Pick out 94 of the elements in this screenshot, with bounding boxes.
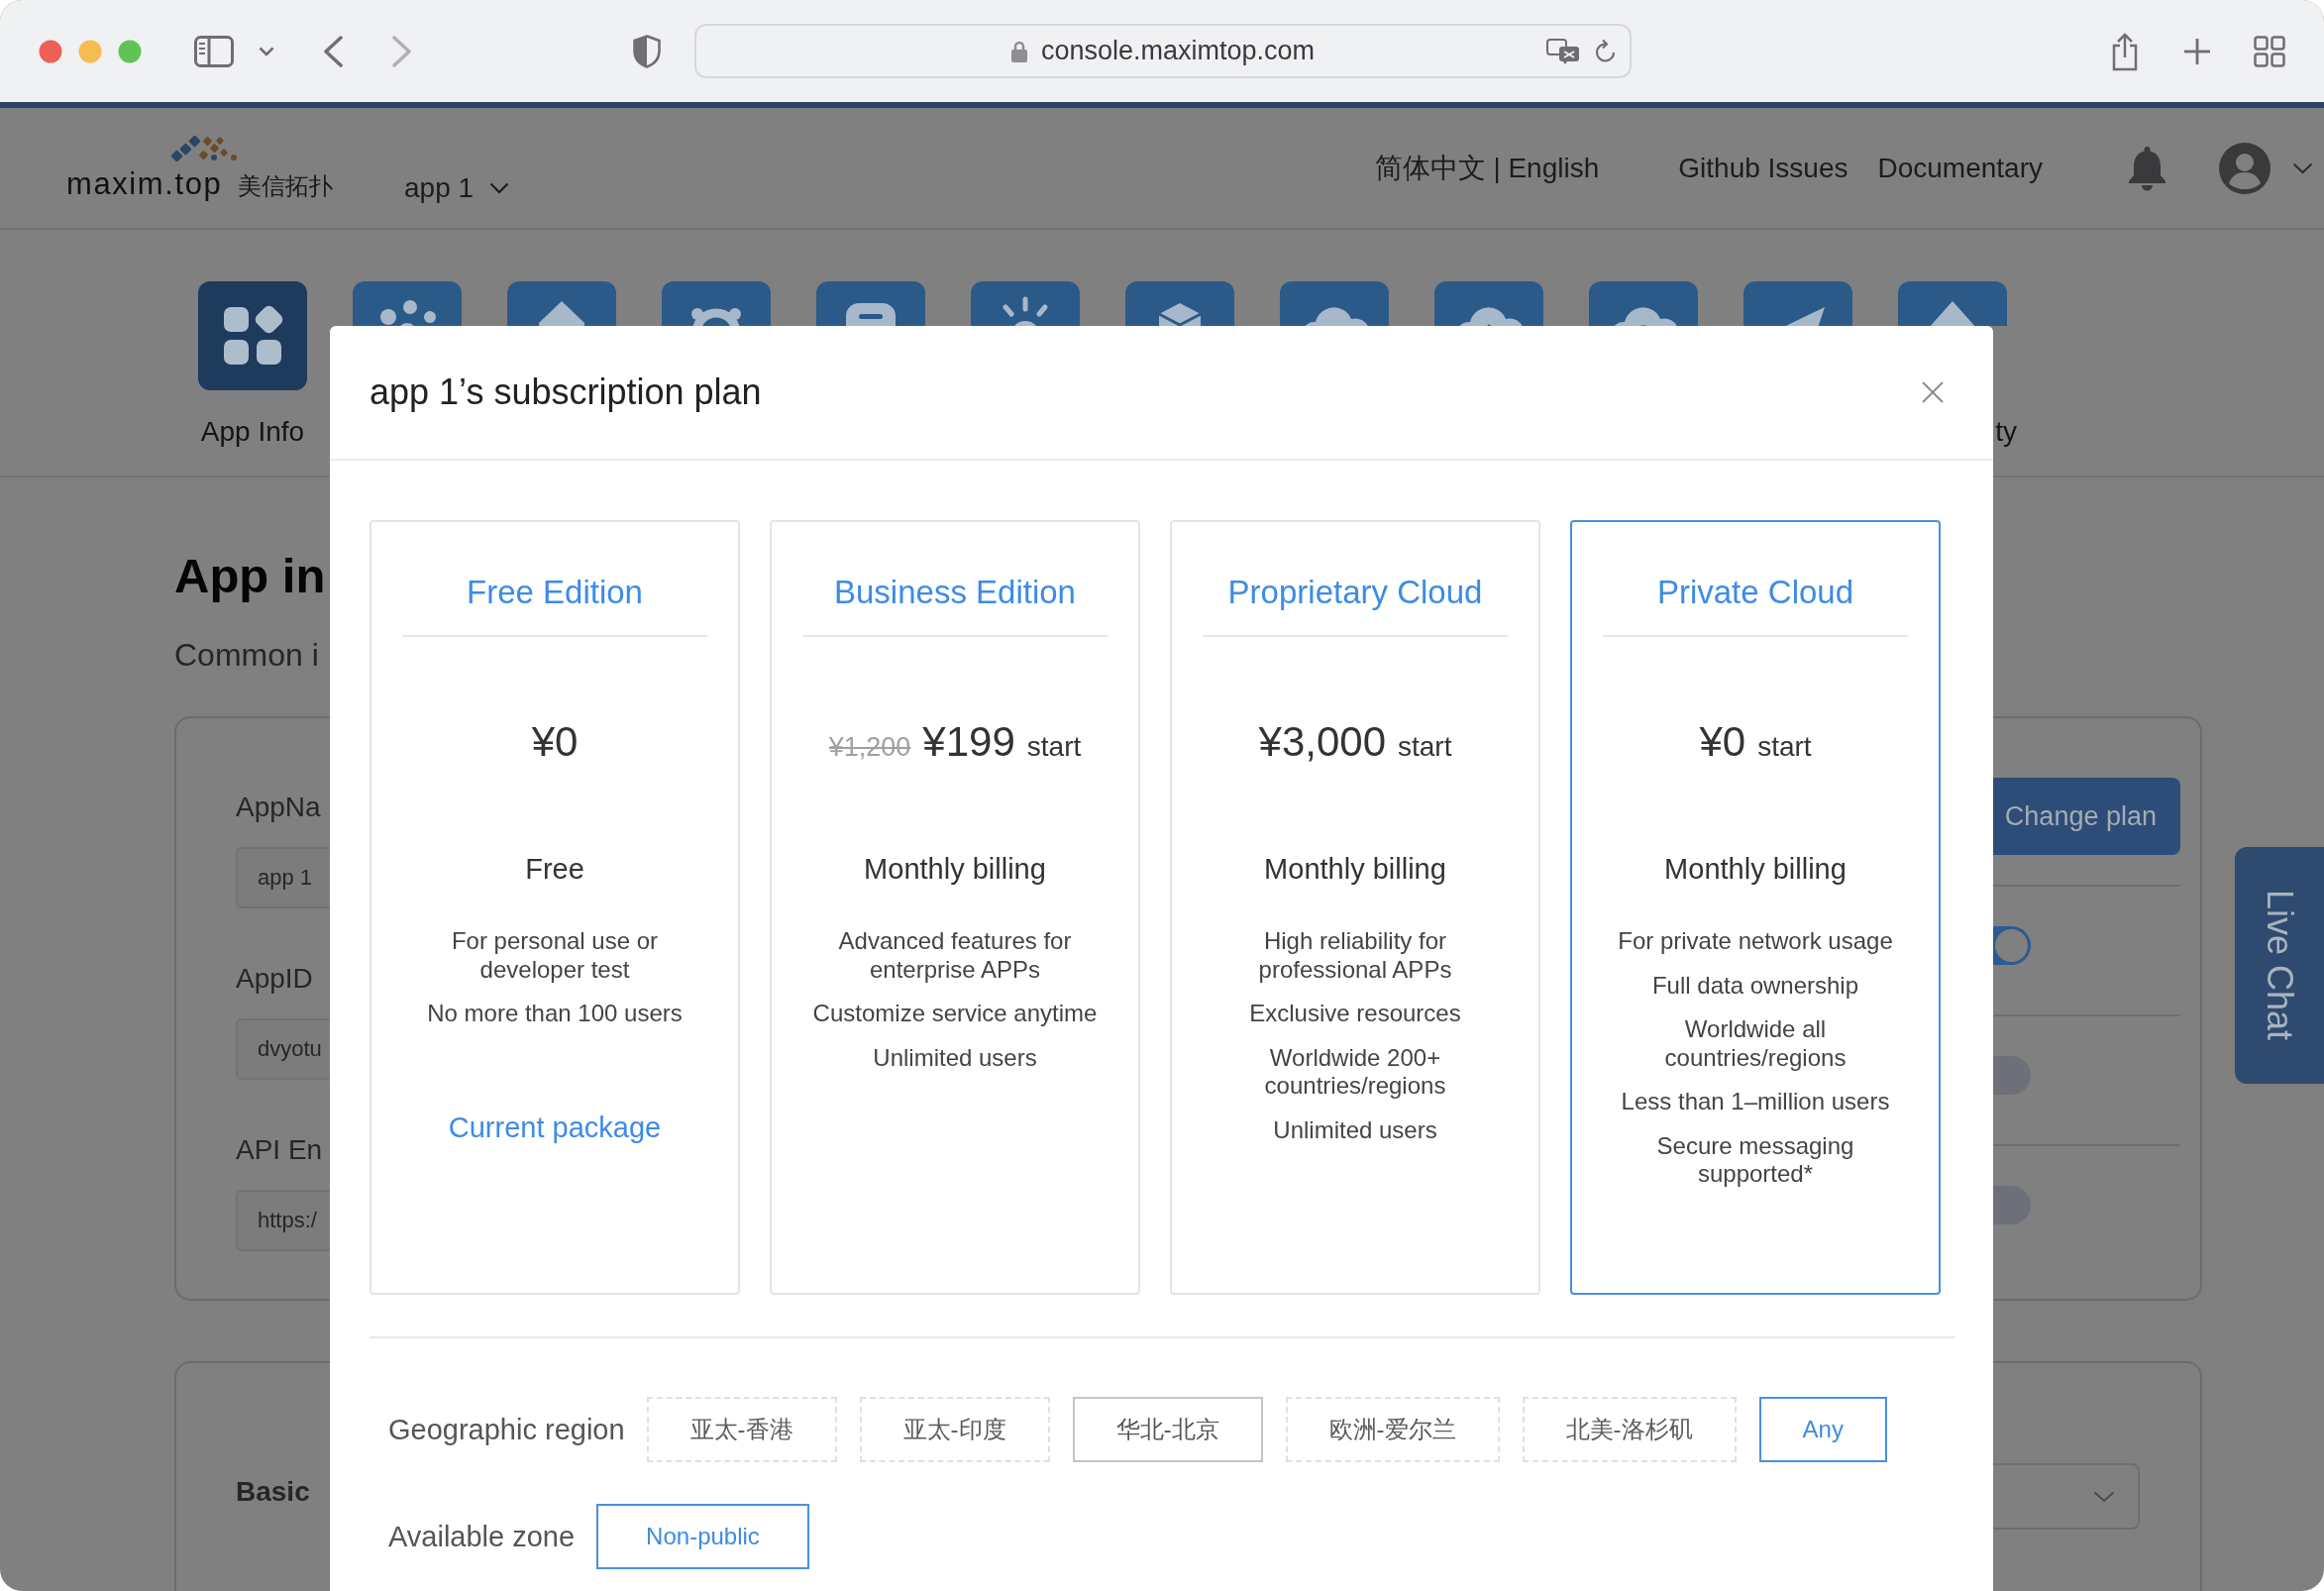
sidebar-icon[interactable] [194, 35, 234, 67]
price: ¥3,000 [1258, 719, 1386, 765]
chevron-down-icon[interactable] [259, 46, 274, 56]
logo-icon [170, 134, 238, 162]
feature-text: Customize service anytime [812, 1000, 1098, 1028]
field-label: AppNa [236, 791, 321, 824]
price: ¥199 [922, 719, 1015, 765]
chevron-down-icon [2093, 1490, 2115, 1503]
input-field[interactable]: dvyotu [236, 1018, 330, 1080]
address-bar[interactable]: console.maximtop.com [694, 24, 1632, 78]
feature-text: Exclusive resources [1249, 1000, 1461, 1028]
plan-card[interactable]: Free Edition ¥0 Free For personal use or developer test No more than 100 users Current package [370, 520, 740, 1295]
feature-text: Secure messaging supported* [1655, 1131, 1855, 1189]
feature-text: Worldwide 200+ countries/regions [1263, 1043, 1447, 1101]
billing-type: Monthly billing [1264, 852, 1446, 887]
logo-wordmark: maxim.top [66, 165, 223, 202]
feature-text: Unlimited users [873, 1043, 1037, 1072]
cloud-icon[interactable] [1280, 281, 1389, 326]
header-link[interactable]: Documentary [1877, 152, 2043, 184]
cube-icon[interactable] [1125, 281, 1234, 326]
app-selector[interactable]: app 1 [404, 171, 510, 204]
feature-text: No more than 100 users [427, 1000, 683, 1028]
page-title: App in [174, 548, 326, 604]
feature-text: For personal use or developer test [450, 927, 660, 984]
chevron-down-icon[interactable] [2292, 161, 2313, 174]
paper-plane-icon[interactable] [1743, 281, 1852, 326]
field-label: API En [236, 1133, 323, 1167]
toggle-switch[interactable] [1993, 926, 2031, 965]
field-label: Available zone [388, 1520, 576, 1553]
ring-icon[interactable] [662, 281, 771, 326]
input-field[interactable]: app 1 [236, 847, 330, 908]
new-tab-plus-icon[interactable] [2183, 37, 2211, 65]
module-label[interactable]: App Info [200, 418, 305, 446]
sun-icon[interactable] [971, 281, 1080, 326]
header-link[interactable]: Github Issues [1678, 152, 1849, 184]
toggle-switch[interactable] [1993, 1056, 2031, 1095]
price: ¥0 [1699, 719, 1746, 765]
house-icon[interactable] [507, 281, 616, 326]
plan-card[interactable]: Proprietary Cloud ¥3,000 start Monthly billing High reliability for professional APPs Exclusive resources Worldwide 200+ countries/regions Unlimited users [1170, 520, 1540, 1295]
plan-card[interactable]: Private Cloud ¥0 start Monthly billing For private network usage Full data ownership Worldwide all countries/regions Less than 1–million users Secure messaging supported* [1570, 520, 1941, 1295]
plan-title: Business Edition [834, 573, 1076, 612]
zone-option[interactable]: Non-public [596, 1504, 809, 1569]
app-grid-icon[interactable] [198, 281, 307, 390]
lock-icon [1011, 40, 1027, 62]
nodes-icon[interactable] [353, 281, 462, 326]
tab-grid-icon[interactable] [2254, 35, 2285, 67]
toggle-switch[interactable] [1993, 1186, 2031, 1224]
avatar-icon[interactable] [2219, 142, 2271, 194]
plan-title: Free Edition [467, 573, 643, 612]
plan-title: Proprietary Cloud [1227, 573, 1483, 612]
feature-text: Unlimited users [1273, 1115, 1437, 1144]
price-suffix: start [1398, 731, 1452, 763]
billing-type: Monthly billing [864, 852, 1046, 887]
field-label: AppID [236, 962, 313, 996]
dialog-title: app 1’s subscription plan [370, 371, 762, 413]
chevron-down-icon [489, 181, 510, 194]
plan-title: Private Cloud [1656, 573, 1854, 612]
feature-text: Worldwide all countries/regions [1663, 1015, 1848, 1072]
page-subtitle: Common i [174, 636, 319, 675]
window-zoom-icon[interactable] [118, 39, 142, 63]
billing-type: Monthly billing [1664, 852, 1847, 887]
share-icon[interactable] [2111, 31, 2139, 71]
plan-card[interactable]: Business Edition ¥1,200 ¥199 start Monthly billing Advanced features for enterprise APPs Customize service anytime Unlimited users [770, 520, 1140, 1295]
billing-type: Free [525, 852, 584, 887]
shield-icon[interactable] [633, 34, 661, 68]
feature-text: Advanced features for enterprise APPs [837, 927, 1073, 984]
price-suffix: start [1026, 731, 1082, 763]
change-plan-button[interactable]: Change plan [1993, 778, 2180, 855]
module-label[interactable]: ty [1995, 418, 2017, 446]
live-chat-button[interactable]: Live Chat [2235, 847, 2324, 1084]
speech-bubbles-icon[interactable] [1546, 38, 1580, 64]
section-title: Basic [236, 1475, 310, 1509]
feature-text: Less than 1–million users [1621, 1088, 1890, 1116]
price-suffix: start [1757, 731, 1812, 763]
cloud-icon[interactable] [1434, 281, 1543, 326]
language-link[interactable]: 简体中文 | English [1374, 149, 1600, 187]
cloud-icon[interactable] [1589, 281, 1698, 326]
chat-icon[interactable] [816, 281, 925, 326]
window-close-icon[interactable] [39, 39, 62, 63]
region-option[interactable]: 华北-北京 [1072, 1397, 1263, 1462]
current-package-link[interactable]: Current package [448, 1107, 662, 1147]
region-option[interactable]: Any [1758, 1397, 1887, 1462]
input-field[interactable]: https:/ [236, 1190, 330, 1251]
bell-icon[interactable] [2128, 145, 2166, 191]
price: ¥0 [531, 719, 579, 765]
feature-text: Full data ownership [1651, 971, 1859, 1000]
original-price: ¥1,200 [828, 732, 911, 763]
feature-text: For private network usage [1618, 927, 1893, 956]
arrow-up-icon[interactable] [1898, 281, 2007, 326]
close-icon[interactable] [1922, 381, 1944, 403]
logo-subtitle: 美信拓扑 [238, 170, 334, 201]
reload-icon[interactable] [1594, 38, 1618, 64]
feature-text: High reliability for professional APPs [1257, 927, 1453, 984]
field-label: Geographic region [388, 1413, 625, 1446]
